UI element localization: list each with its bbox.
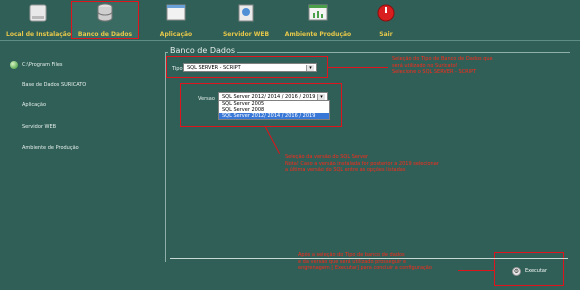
tipo-note-line: Selecione o SQL SERVER - SCRIPT (392, 69, 477, 75)
toolbar-aplicacao[interactable]: Aplicação (146, 2, 206, 38)
exit-icon (377, 4, 395, 22)
group-border-left (165, 52, 166, 262)
tipo-note: Seleção do Tipo de Banco de Dados que se… (392, 56, 493, 76)
tipo-note-line: Seleção do Tipo de Banco de Dados que (392, 56, 493, 62)
server-icon (238, 4, 254, 22)
versao-arrow-line (265, 127, 281, 154)
execute-button[interactable]: ⚙ Executar (512, 264, 548, 278)
sidebar-item-base-dados[interactable]: Base de Dados SURICATO (22, 82, 86, 88)
sidebar-item-aplicacao[interactable]: Aplicação (22, 102, 46, 108)
execute-note-line: engrenagem [ Executar] para concluir a c… (298, 265, 432, 271)
sidebar-item-program-files[interactable]: C:\Program Files (22, 62, 63, 68)
chart-window-icon (308, 4, 328, 21)
tipo-arrow-line (328, 67, 388, 68)
execute-arrow-line (458, 270, 494, 271)
toolbar-label: Banco de Dados (77, 31, 133, 38)
versao-note: Seleção da versão do SQL Server Nota! Ca… (285, 154, 439, 174)
toolbar-label: Local de Instalação (6, 31, 71, 38)
footer-divider (170, 258, 568, 259)
toolbar: Local de Instalação Banco de Dados Aplic… (0, 0, 580, 40)
group-title: Banco de Dados (168, 46, 238, 55)
gear-icon: ⚙ (512, 266, 521, 276)
execute-note: Após a seleção do Tipo de banco de dados… (298, 252, 432, 272)
folder-status-icon (10, 61, 18, 69)
toolbar-servidor-web[interactable]: Servidor WEB (216, 2, 276, 38)
sidebar-item-ambiente-producao[interactable]: Ambiente de Produção (22, 145, 79, 151)
toolbar-label: Servidor WEB (222, 31, 270, 38)
tipo-highlight (166, 56, 328, 78)
toolbar-divider (0, 40, 580, 41)
toolbar-label: Aplicação (159, 31, 193, 38)
toolbar-banco-de-dados[interactable]: Banco de Dados (71, 1, 139, 39)
versao-highlight (180, 83, 342, 127)
toolbar-local-instalacao[interactable]: Local de Instalação (6, 2, 71, 38)
toolbar-label: Ambiente Produção (284, 31, 352, 38)
toolbar-ambiente-producao[interactable]: Ambiente Produção (282, 2, 354, 38)
versao-note-line: a última versão do SQL entre as opções l… (285, 167, 406, 173)
drive-icon (29, 4, 47, 22)
execute-label: Executar (525, 268, 548, 274)
window-icon (166, 4, 186, 21)
sidebar-item-servidor-web[interactable]: Servidor WEB (22, 124, 56, 130)
database-icon (97, 3, 113, 22)
toolbar-sair[interactable]: Sair (364, 2, 408, 38)
toolbar-label: Sair (379, 31, 393, 38)
